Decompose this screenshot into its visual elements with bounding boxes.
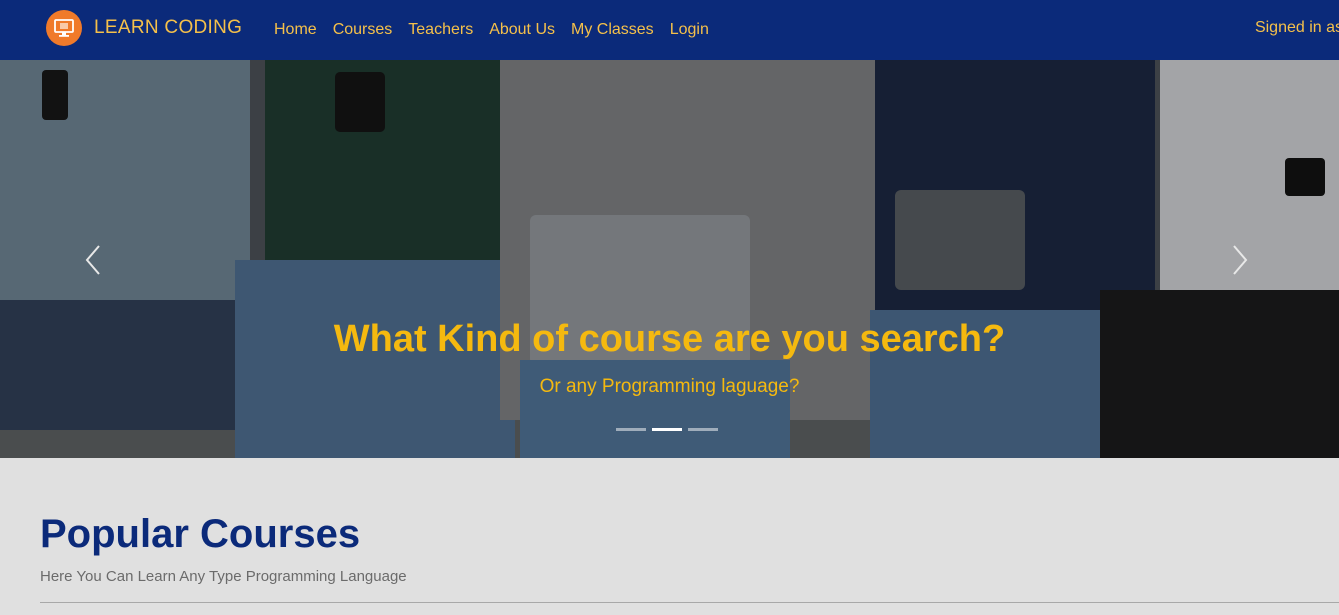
nav-link-courses[interactable]: Courses bbox=[325, 21, 401, 39]
chevron-left-icon bbox=[85, 245, 100, 275]
carousel-indicator-3[interactable] bbox=[688, 428, 718, 431]
nav-link-about-us[interactable]: About Us bbox=[481, 21, 563, 39]
nav-link-login[interactable]: Login bbox=[662, 21, 717, 39]
carousel-prev-button[interactable] bbox=[80, 240, 110, 280]
hero-carousel: What Kind of course are you search? Or a… bbox=[0, 60, 1339, 458]
popular-courses-section: Popular Courses Here You Can Learn Any T… bbox=[0, 458, 1339, 615]
chevron-right-icon bbox=[1233, 245, 1248, 275]
nav-link-my-classes[interactable]: My Classes bbox=[563, 21, 662, 39]
section-subtitle: Here You Can Learn Any Type Programming … bbox=[40, 568, 407, 585]
brand[interactable]: LEARN CODING bbox=[46, 10, 242, 46]
nav-link-home[interactable]: Home bbox=[266, 21, 325, 39]
section-title: Popular Courses bbox=[40, 512, 361, 556]
hero-title: What Kind of course are you search? bbox=[333, 318, 1006, 360]
carousel-indicator-1[interactable] bbox=[616, 428, 646, 431]
hero-subtitle: Or any Programming laguage? bbox=[539, 376, 800, 397]
main-nav: Home Courses Teachers About Us My Classe… bbox=[266, 0, 717, 60]
carousel-next-button[interactable] bbox=[1225, 240, 1255, 280]
navbar: LEARN CODING Home Courses Teachers About… bbox=[0, 0, 1339, 60]
carousel-indicator-2[interactable] bbox=[652, 428, 682, 431]
nav-link-teachers[interactable]: Teachers bbox=[400, 21, 481, 39]
hero-overlay bbox=[0, 60, 1339, 458]
carousel-indicators bbox=[616, 428, 724, 431]
signed-in-status: Signed in as bbox=[1254, 19, 1339, 36]
section-divider bbox=[40, 602, 1339, 603]
brand-name: LEARN CODING bbox=[94, 17, 243, 38]
computer-monitor-icon bbox=[46, 10, 82, 46]
